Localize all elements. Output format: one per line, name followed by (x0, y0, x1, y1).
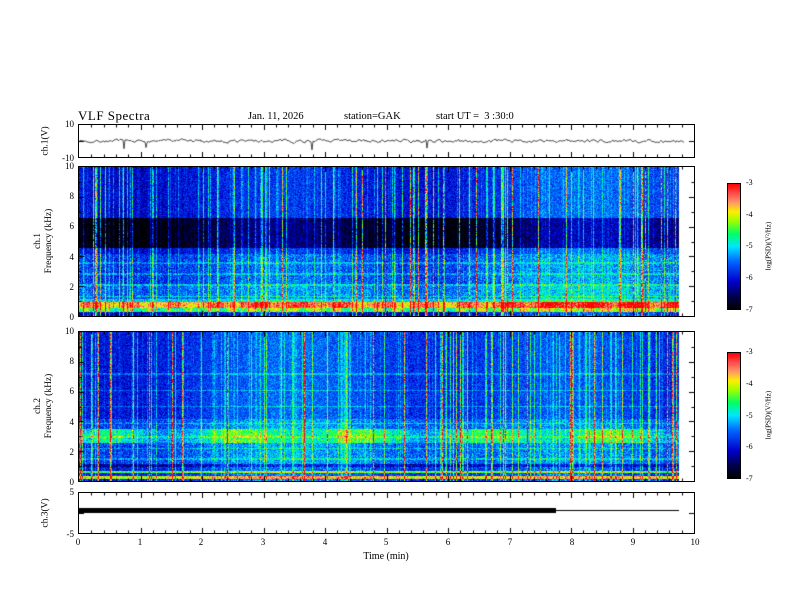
colorbar-tick-label: -7 (746, 305, 753, 314)
colorbar-tick-label: -6 (746, 442, 753, 451)
y-tick-label: 2 (69, 447, 75, 457)
ch1-spec-frequency-label: Frequency (kHz) (44, 208, 54, 274)
ch3-wave-axis-label: ch.3(V) (40, 498, 51, 528)
ch1-waveform-panel (78, 124, 695, 158)
ch2-spectrogram-panel (78, 331, 695, 482)
ch2-spec-axis-label: ch.2 Frequency (kHz) (33, 374, 55, 439)
ch3-waveform-panel (78, 492, 695, 534)
colorbar-ch1 (727, 183, 741, 310)
x-tick-label: 4 (322, 537, 328, 547)
y-tick-label: 6 (69, 386, 75, 396)
ch1-waveform-plot (79, 125, 694, 157)
x-tick-label: 6 (445, 537, 451, 547)
ch3-waveform-plot (79, 493, 694, 533)
y-tick-label: 4 (69, 252, 75, 262)
ch1-wave-axis-label: ch.1(V) (40, 126, 51, 156)
plot-station: station=GAK (344, 111, 401, 122)
colorbar-tick-label: -6 (746, 273, 753, 282)
x-tick-label: 1 (137, 537, 143, 547)
x-tick-label: 0 (75, 537, 81, 547)
x-tick-label: 3 (260, 537, 266, 547)
y-tick-label: 0 (69, 312, 75, 322)
y-tick-label: 10 (65, 326, 74, 336)
plot-start-ut: start UT = 3 :30:0 (436, 111, 514, 122)
colorbar-tick-label: -3 (746, 178, 753, 187)
colorbar-tick-label: -7 (746, 474, 753, 483)
colorbar-ch2 (727, 352, 741, 479)
colorbar-tick-label: -4 (746, 210, 753, 219)
x-tick-label: 2 (198, 537, 204, 547)
x-tick-label: 7 (507, 537, 513, 547)
ch1-spectrogram-panel (78, 166, 695, 317)
ch1-spec-channel-label: ch.1 (33, 232, 43, 250)
plot-title: VLF Spectra (78, 108, 151, 123)
colorbar-ch2-label: log(PSD)(V²/Hz) (764, 390, 773, 440)
y-tick-label: 8 (69, 191, 75, 201)
y-tick-label: 5 (69, 487, 75, 497)
ch1-spec-axis-label: ch.1 Frequency (kHz) (33, 209, 55, 274)
colorbar-tick-label: -3 (746, 347, 753, 356)
x-tick-label: 8 (569, 537, 575, 547)
ch1-spectrogram (79, 167, 694, 316)
colorbar-ch1-label: log(PSD)(V²/Hz) (764, 221, 773, 271)
y-tick-label: 8 (69, 356, 75, 366)
y-tick-label: 10 (65, 161, 74, 171)
x-axis-label: Time (min) (363, 551, 409, 562)
y-tick-label: 6 (69, 221, 75, 231)
y-tick-label: 0 (69, 477, 75, 487)
vlf-spectra-plot: VLF Spectra Jan. 11, 2026 station=GAK st… (0, 0, 792, 612)
x-tick-label: 9 (630, 537, 636, 547)
x-tick-label: 10 (690, 537, 700, 547)
x-tick-label: 5 (383, 537, 389, 547)
ch2-spec-frequency-label: Frequency (kHz) (44, 373, 54, 439)
colorbar-tick-label: -4 (746, 379, 753, 388)
y-tick-label: 4 (69, 417, 75, 427)
y-tick-label: 2 (69, 282, 75, 292)
y-tick-label: 10 (65, 119, 74, 129)
ch2-spectrogram (79, 332, 694, 481)
plot-date: Jan. 11, 2026 (248, 111, 304, 122)
ch2-spec-channel-label: ch.2 (33, 397, 43, 415)
